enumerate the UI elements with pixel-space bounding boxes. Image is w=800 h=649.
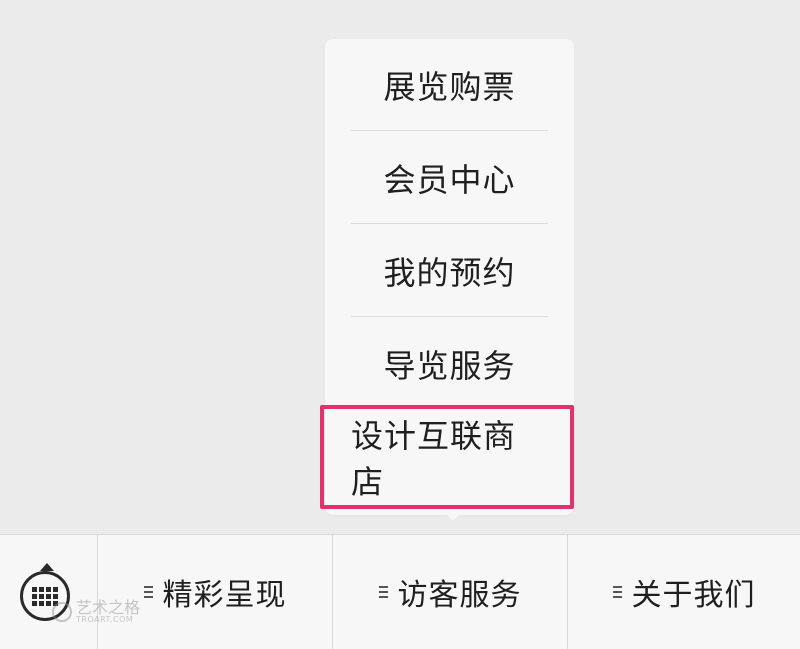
- menu-lines-icon: [378, 585, 388, 599]
- submenu-item-my-reservations[interactable]: 我的预约: [351, 225, 548, 317]
- submenu-item-member-center[interactable]: 会员中心: [351, 132, 548, 224]
- submenu-popup-tail: [445, 513, 461, 521]
- menu-button-label: 访客服务: [397, 578, 522, 613]
- menu-lines-icon: [612, 585, 622, 599]
- menu-button-about-us[interactable]: 关于我们: [568, 535, 800, 649]
- submenu-item-design-store[interactable]: 设计互联商店: [351, 411, 548, 503]
- menu-button-visitor-services[interactable]: 访客服务: [333, 535, 568, 649]
- menu-button-label: 精彩呈现: [162, 578, 287, 613]
- keyboard-icon: [20, 563, 70, 621]
- submenu-item-guide-service[interactable]: 导览服务: [351, 318, 548, 410]
- submenu-item-exhibition-tickets[interactable]: 展览购票: [351, 39, 548, 131]
- submenu-popup: 展览购票 会员中心 我的预约 导览服务 设计互联商店: [325, 39, 574, 515]
- menu-lines-icon: [143, 585, 153, 599]
- menu-button-highlights[interactable]: 精彩呈现: [98, 535, 333, 649]
- menu-button-label: 关于我们: [631, 578, 756, 613]
- keyboard-toggle-button[interactable]: [0, 535, 98, 649]
- chat-screen: 展览购票 会员中心 我的预约 导览服务 设计互联商店 精彩呈现 访客服务 关于我…: [0, 0, 800, 649]
- bottom-menu-bar: 精彩呈现 访客服务 关于我们: [0, 534, 800, 649]
